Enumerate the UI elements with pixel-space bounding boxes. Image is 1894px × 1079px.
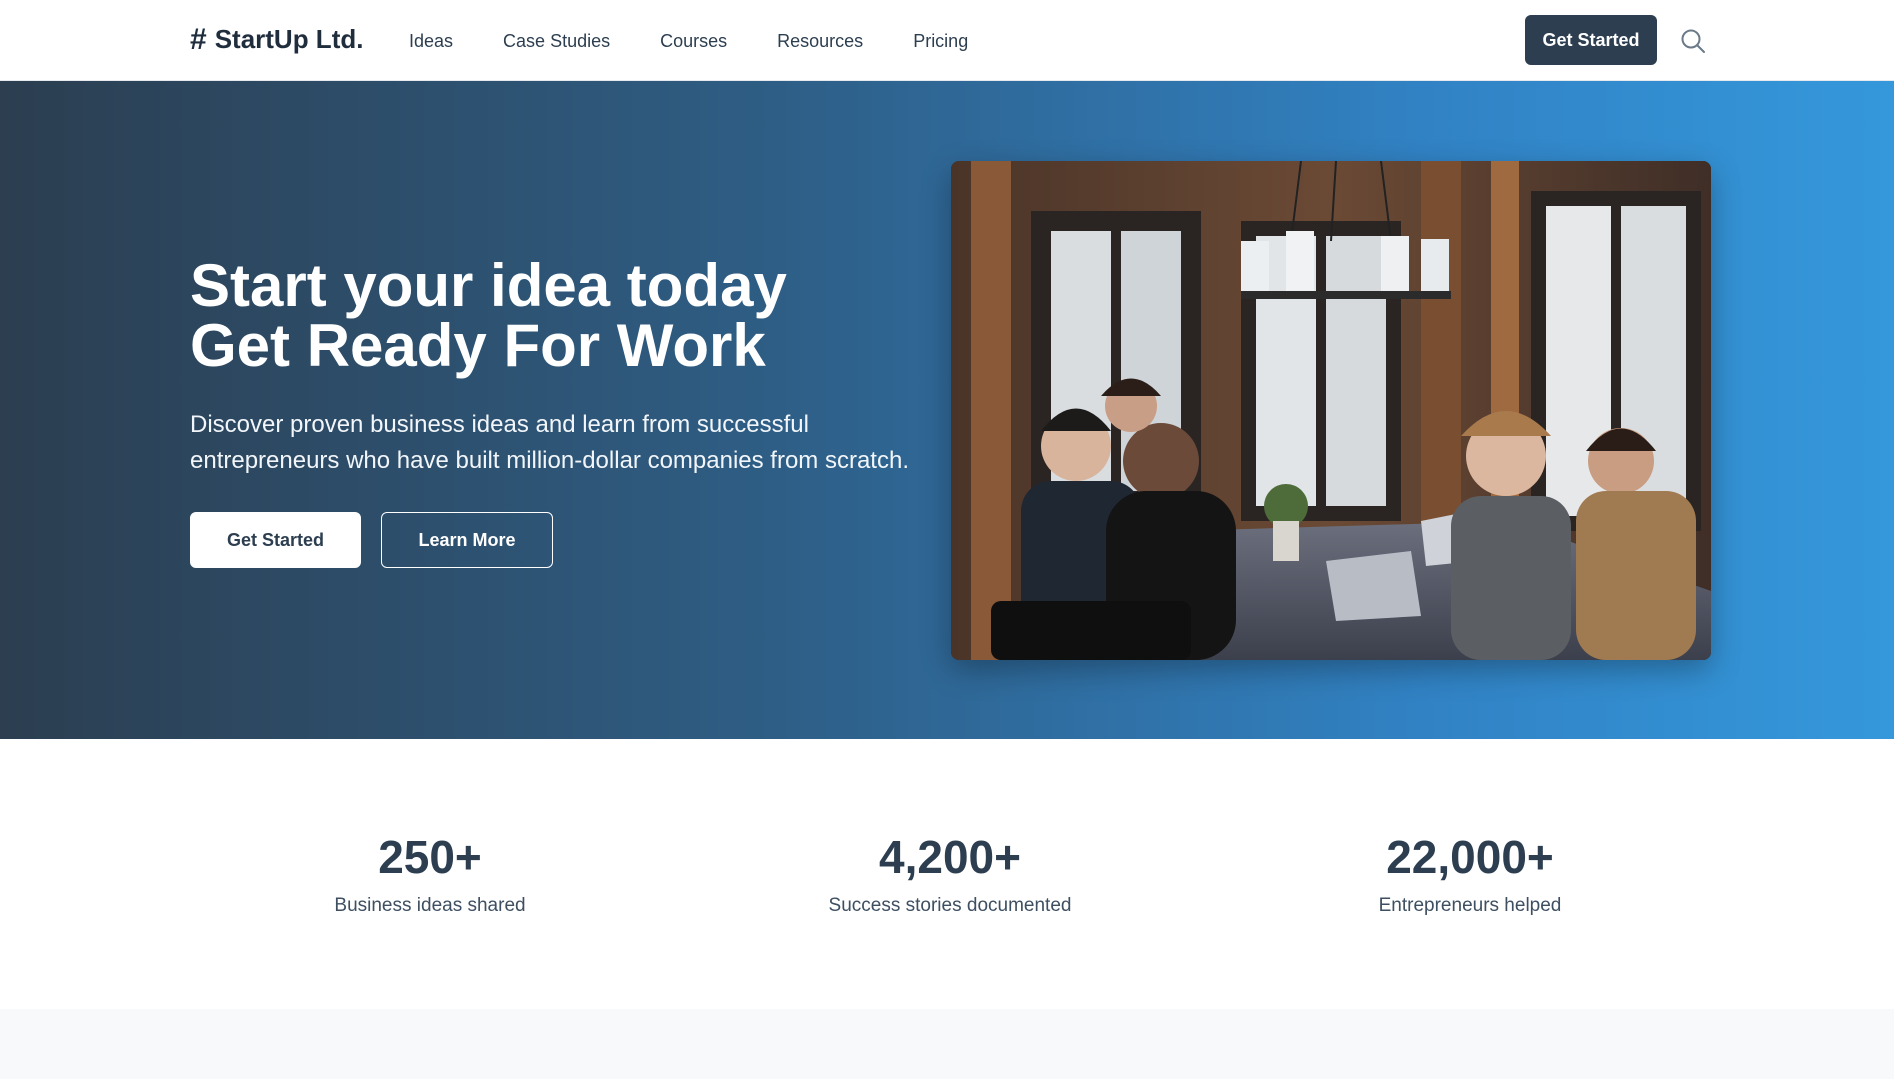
brand-logo[interactable]: # StartUp Ltd. — [190, 24, 363, 55]
stat-value: 4,200+ — [879, 831, 1021, 883]
hero-title-line-2: Get Ready For Work — [190, 312, 766, 379]
brand-name: StartUp Ltd. — [214, 24, 364, 54]
stat-success-stories: 4,200+ Success stories documented — [750, 830, 1150, 918]
search-icon[interactable] — [1680, 28, 1706, 54]
stat-label: Success stories documented — [828, 895, 1072, 916]
top-navigation: # StartUp Ltd. Ideas Case Studies Course… — [0, 0, 1894, 81]
stat-entrepreneurs-helped: 22,000+ Entrepreneurs helped — [1270, 830, 1670, 918]
hero-get-started-button[interactable]: Get Started — [190, 512, 361, 568]
stats-section: 250+ Business ideas shared 4,200+ Succes… — [0, 739, 1894, 1009]
nav-get-started-button[interactable]: Get Started — [1525, 15, 1657, 65]
hero-description: Discover proven business ideas and learn… — [190, 411, 909, 474]
nav-item-resources[interactable]: Resources — [777, 29, 863, 53]
next-section-strip — [0, 1009, 1894, 1079]
stat-label: Entrepreneurs helped — [1378, 895, 1562, 916]
nav-item-pricing[interactable]: Pricing — [913, 29, 968, 53]
main-menu: Ideas Case Studies Courses Resources Pri… — [409, 29, 1018, 53]
hash-icon: # — [190, 22, 207, 56]
stat-business-ideas: 250+ Business ideas shared — [230, 830, 630, 918]
nav-item-ideas[interactable]: Ideas — [409, 29, 453, 53]
hero-section: Start your idea today Get Ready For Work… — [0, 81, 1894, 739]
nav-item-courses[interactable]: Courses — [660, 29, 727, 53]
stat-label: Business ideas shared — [334, 895, 526, 916]
hero-title: Start your idea today Get Ready For Work — [190, 256, 950, 376]
hero-team-photo — [951, 161, 1711, 660]
stat-value: 22,000+ — [1386, 831, 1554, 883]
stat-value: 250+ — [378, 831, 482, 883]
nav-item-case-studies[interactable]: Case Studies — [503, 29, 610, 53]
hero-learn-more-button[interactable]: Learn More — [381, 512, 553, 568]
hero-title-line-1: Start your idea today — [190, 252, 787, 319]
